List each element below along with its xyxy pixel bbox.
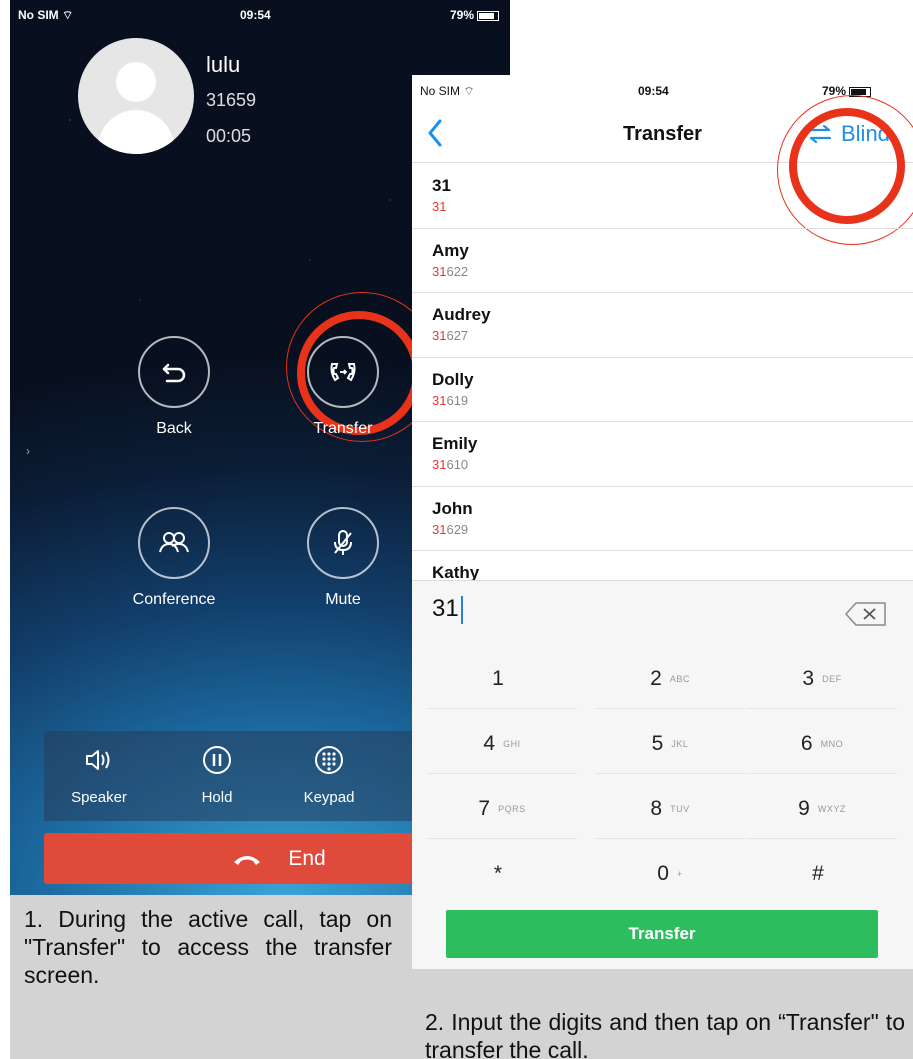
contact-name: John xyxy=(432,498,473,518)
contact-name: Amy xyxy=(432,240,469,260)
contact-row[interactable]: Dolly 31619 xyxy=(412,358,913,422)
key-5[interactable]: 5 JKL xyxy=(595,714,745,774)
contact-row[interactable]: Audrey 31627 xyxy=(412,293,913,358)
key-4[interactable]: 4 GHI xyxy=(427,714,577,774)
caller-avatar xyxy=(78,38,194,154)
speaker-label: Speaker xyxy=(71,789,127,806)
battery-icon xyxy=(477,10,500,21)
contact-number: 31629 xyxy=(432,521,469,537)
contact-number: 31627 xyxy=(432,328,469,343)
pause-icon xyxy=(203,746,231,774)
contact-row[interactable]: Emily 31610 xyxy=(412,422,913,487)
status-carrier: No SIM ⌔ xyxy=(18,8,74,22)
contact-name: Audrey xyxy=(432,305,491,324)
highlight-ring xyxy=(297,311,421,435)
contact-number: 31619 xyxy=(432,392,469,408)
status-time: 09:54 xyxy=(240,8,271,22)
hangup-phone-icon xyxy=(234,855,261,865)
status-battery: 79% xyxy=(450,8,500,22)
contact-row[interactable]: Amy 31622 xyxy=(412,229,913,293)
hold-button[interactable]: Hold xyxy=(172,743,262,806)
status-time: 09:54 xyxy=(638,84,669,98)
contact-row[interactable]: John 31629 xyxy=(412,487,913,551)
key-0[interactable]: 0 + xyxy=(595,844,745,904)
step-1-caption: 1. During the active call, tap on "Trans… xyxy=(24,906,392,988)
contact-name: 31 xyxy=(432,176,451,195)
transfer-screen: No SIM ⌔ 09:54 79% Transfer Blind 31 31 … xyxy=(412,75,913,969)
microphone-muted-icon xyxy=(334,530,352,555)
key-8[interactable]: 8 TUV xyxy=(595,779,745,839)
step-2-caption: 2. Input the digits and then tap on “Tra… xyxy=(425,1009,905,1059)
caller-name: lulu xyxy=(206,52,241,77)
contact-number: 31 xyxy=(432,199,447,214)
key-9[interactable]: 9 WXYZ xyxy=(747,779,897,839)
contact-name: Emily xyxy=(432,434,478,453)
keypad-label: Keypad xyxy=(303,789,355,806)
transfer-label: Transfer xyxy=(313,420,373,437)
contact-number: 31622 xyxy=(432,263,469,279)
status-carrier: No SIM ⌔ xyxy=(420,84,475,98)
contact-list: 31 31 Amy 31622 Audrey 31627 Dolly 31619… xyxy=(412,164,913,616)
contact-number: 31610 xyxy=(432,457,469,472)
navigation-bar: Transfer Blind xyxy=(412,95,913,245)
key-3[interactable]: 3 DEF xyxy=(747,649,897,709)
contact-row[interactable]: 31 31 xyxy=(412,164,913,229)
caller-number: 31659 xyxy=(206,90,257,110)
key-6[interactable]: 6 MNO xyxy=(747,714,897,774)
key-7[interactable]: 7 PQRS xyxy=(427,779,577,839)
hold-label: Hold xyxy=(201,789,233,806)
key-hash[interactable]: # xyxy=(747,844,897,904)
keypad-button[interactable]: Keypad xyxy=(284,743,374,806)
speaker-icon xyxy=(86,750,110,770)
back-arrow-icon xyxy=(162,363,186,383)
back-button[interactable] xyxy=(138,336,210,408)
speaker-button[interactable]: Speaker xyxy=(54,743,144,806)
text-cursor xyxy=(460,595,463,624)
back-label: Back xyxy=(156,420,192,437)
backspace-icon[interactable] xyxy=(844,601,888,627)
conference-button[interactable] xyxy=(138,507,210,579)
transfer-submit-button[interactable]: Transfer xyxy=(446,910,878,958)
wifi-icon: ⌔ xyxy=(62,8,74,22)
key-1[interactable]: 1 xyxy=(427,649,577,709)
side-chevron-icon: › xyxy=(26,444,30,458)
conference-people-icon xyxy=(159,532,189,553)
mute-label: Mute xyxy=(325,591,361,608)
conference-label: Conference xyxy=(132,591,216,608)
call-duration: 00:05 xyxy=(206,126,252,146)
number-input[interactable]: 31 xyxy=(432,595,463,624)
key-2[interactable]: 2 ABC xyxy=(595,649,745,709)
keypad-icon xyxy=(315,746,343,774)
key-star[interactable]: * xyxy=(427,844,577,904)
end-call-label: End xyxy=(288,846,326,870)
contact-name: Dolly xyxy=(432,369,474,389)
wifi-icon: ⌔ xyxy=(463,84,475,98)
mute-button[interactable] xyxy=(307,507,379,579)
